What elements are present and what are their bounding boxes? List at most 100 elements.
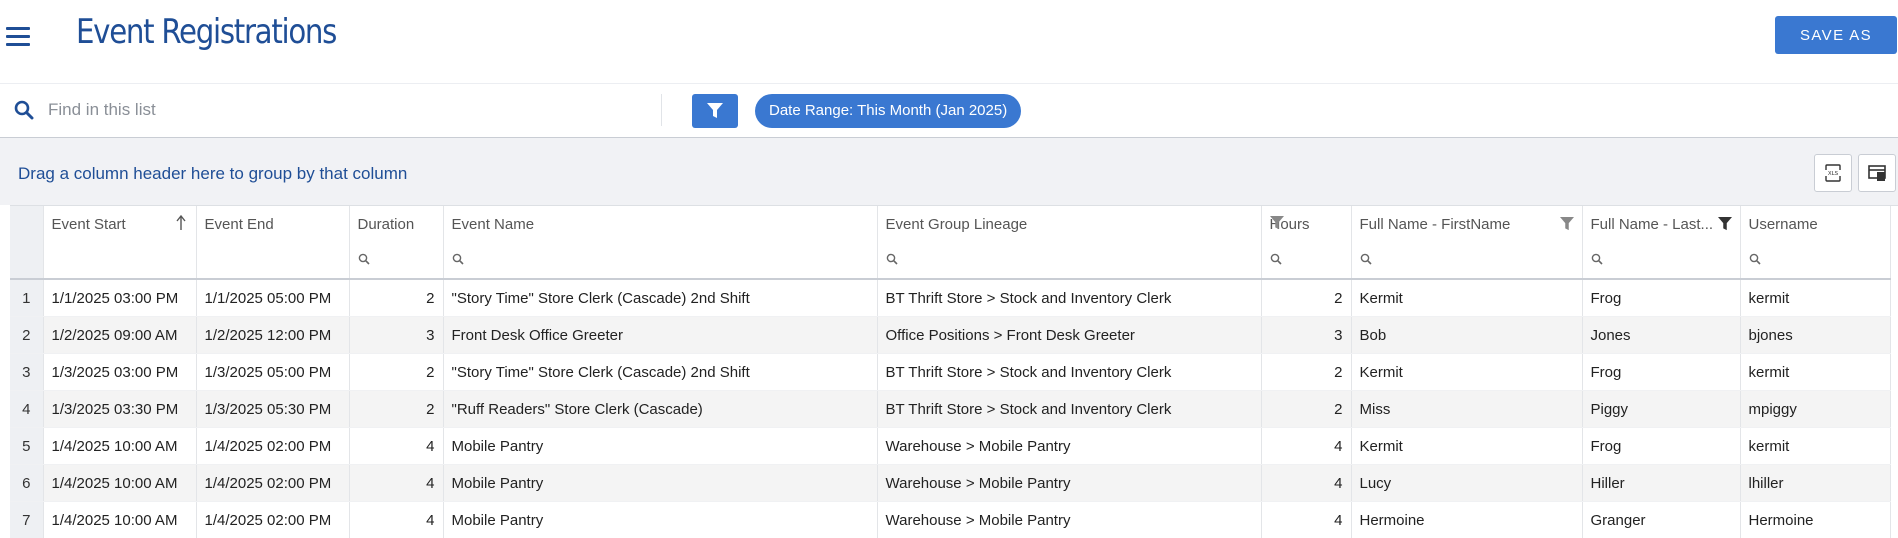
- column-header-duration[interactable]: Duration: [349, 206, 443, 242]
- hours-cell[interactable]: 2: [1261, 354, 1351, 391]
- filter-cell-first-name[interactable]: [1351, 242, 1582, 279]
- duration-cell[interactable]: 3: [349, 317, 443, 354]
- event-name-cell[interactable]: Front Desk Office Greeter: [443, 317, 877, 354]
- filter-cell-event-group-lineage[interactable]: [877, 242, 1261, 279]
- duration-cell[interactable]: 4: [349, 465, 443, 502]
- table-row[interactable]: 11/1/2025 03:00 PM1/1/2025 05:00 PM2"Sto…: [10, 279, 1890, 317]
- column-header-event-group-lineage[interactable]: Event Group Lineage: [877, 206, 1261, 242]
- column-header-event-name[interactable]: Event Name: [443, 206, 877, 242]
- username-cell[interactable]: mpiggy: [1740, 391, 1890, 428]
- event-start-cell[interactable]: 1/3/2025 03:30 PM: [43, 391, 196, 428]
- event-group-lineage-cell[interactable]: Warehouse > Mobile Pantry: [877, 502, 1261, 538]
- column-filter-icon[interactable]: [1560, 217, 1574, 235]
- duration-cell[interactable]: 4: [349, 502, 443, 538]
- event-end-cell[interactable]: 1/1/2025 05:00 PM: [196, 279, 349, 317]
- table-row[interactable]: 61/4/2025 10:00 AM1/4/2025 02:00 PM4Mobi…: [10, 465, 1890, 502]
- column-header-event-start[interactable]: Event Start: [43, 206, 196, 242]
- column-header-hours[interactable]: Hours: [1261, 206, 1351, 242]
- column-filter-icon[interactable]: [1270, 216, 1284, 234]
- last-name-cell[interactable]: Frog: [1582, 279, 1740, 317]
- event-end-cell[interactable]: 1/3/2025 05:30 PM: [196, 391, 349, 428]
- last-name-cell[interactable]: Frog: [1582, 354, 1740, 391]
- group-by-panel[interactable]: Drag a column header here to group by th…: [0, 138, 1898, 205]
- last-name-cell[interactable]: Jones: [1582, 317, 1740, 354]
- filter-cell-hours[interactable]: [1261, 242, 1351, 279]
- username-cell[interactable]: Hermoine: [1740, 502, 1890, 538]
- first-name-cell[interactable]: Bob: [1351, 317, 1582, 354]
- column-header-username[interactable]: Username: [1740, 206, 1890, 242]
- username-cell[interactable]: kermit: [1740, 354, 1890, 391]
- hours-cell[interactable]: 2: [1261, 279, 1351, 317]
- first-name-cell[interactable]: Kermit: [1351, 279, 1582, 317]
- filter-cell-event-name[interactable]: [443, 242, 877, 279]
- duration-cell[interactable]: 2: [349, 391, 443, 428]
- event-name-cell[interactable]: "Story Time" Store Clerk (Cascade) 2nd S…: [443, 279, 877, 317]
- column-header-event-end[interactable]: Event End: [196, 206, 349, 242]
- duration-cell[interactable]: 2: [349, 354, 443, 391]
- first-name-cell[interactable]: Kermit: [1351, 428, 1582, 465]
- event-start-cell[interactable]: 1/4/2025 10:00 AM: [43, 465, 196, 502]
- hours-cell[interactable]: 4: [1261, 465, 1351, 502]
- event-end-cell[interactable]: 1/4/2025 02:00 PM: [196, 502, 349, 538]
- export-xls-button[interactable]: XLS: [1814, 154, 1852, 192]
- event-name-cell[interactable]: "Story Time" Store Clerk (Cascade) 2nd S…: [443, 354, 877, 391]
- first-name-cell[interactable]: Hermoine: [1351, 502, 1582, 538]
- event-end-cell[interactable]: 1/4/2025 02:00 PM: [196, 465, 349, 502]
- last-name-cell[interactable]: Granger: [1582, 502, 1740, 538]
- filter-cell-username[interactable]: [1740, 242, 1890, 279]
- hamburger-menu-icon[interactable]: [6, 27, 30, 47]
- event-name-cell[interactable]: Mobile Pantry: [443, 465, 877, 502]
- username-cell[interactable]: kermit: [1740, 279, 1890, 317]
- first-name-cell[interactable]: Lucy: [1351, 465, 1582, 502]
- event-name-cell[interactable]: Mobile Pantry: [443, 502, 877, 538]
- filter-button[interactable]: [692, 94, 738, 128]
- event-name-cell[interactable]: "Ruff Readers" Store Clerk (Cascade): [443, 391, 877, 428]
- username-cell[interactable]: bjones: [1740, 317, 1890, 354]
- search-input[interactable]: [46, 94, 650, 126]
- hours-cell[interactable]: 4: [1261, 502, 1351, 538]
- first-name-cell[interactable]: Miss: [1351, 391, 1582, 428]
- username-cell[interactable]: kermit: [1740, 428, 1890, 465]
- event-group-lineage-cell[interactable]: Warehouse > Mobile Pantry: [877, 465, 1261, 502]
- sort-ascending-icon[interactable]: [176, 215, 186, 235]
- event-group-lineage-cell[interactable]: Warehouse > Mobile Pantry: [877, 428, 1261, 465]
- last-name-cell[interactable]: Frog: [1582, 428, 1740, 465]
- event-end-cell[interactable]: 1/4/2025 02:00 PM: [196, 428, 349, 465]
- column-chooser-button[interactable]: [1858, 154, 1896, 192]
- event-group-lineage-cell[interactable]: BT Thrift Store > Stock and Inventory Cl…: [877, 279, 1261, 317]
- hours-cell[interactable]: 2: [1261, 391, 1351, 428]
- last-name-cell[interactable]: Hiller: [1582, 465, 1740, 502]
- event-start-cell[interactable]: 1/4/2025 10:00 AM: [43, 428, 196, 465]
- event-group-lineage-cell[interactable]: BT Thrift Store > Stock and Inventory Cl…: [877, 354, 1261, 391]
- duration-cell[interactable]: 2: [349, 279, 443, 317]
- filter-cell-last-name[interactable]: [1582, 242, 1740, 279]
- first-name-cell[interactable]: Kermit: [1351, 354, 1582, 391]
- duration-cell[interactable]: 4: [349, 428, 443, 465]
- column-filter-active-icon[interactable]: [1718, 217, 1732, 235]
- hours-cell[interactable]: 4: [1261, 428, 1351, 465]
- event-start-cell[interactable]: 1/3/2025 03:00 PM: [43, 354, 196, 391]
- filter-cell-duration[interactable]: [349, 242, 443, 279]
- filter-cell-event-start[interactable]: [43, 242, 196, 279]
- table-row[interactable]: 21/2/2025 09:00 AM1/2/2025 12:00 PM3Fron…: [10, 317, 1890, 354]
- event-start-cell[interactable]: 1/4/2025 10:00 AM: [43, 502, 196, 538]
- last-name-cell[interactable]: Piggy: [1582, 391, 1740, 428]
- event-name-cell[interactable]: Mobile Pantry: [443, 428, 877, 465]
- date-range-filter-chip[interactable]: Date Range: This Month (Jan 2025): [755, 94, 1021, 128]
- table-row[interactable]: 71/4/2025 10:00 AM1/4/2025 02:00 PM4Mobi…: [10, 502, 1890, 538]
- event-end-cell[interactable]: 1/2/2025 12:00 PM: [196, 317, 349, 354]
- filter-cell-event-end[interactable]: [196, 242, 349, 279]
- column-header-last-name[interactable]: Full Name - Last...: [1582, 206, 1740, 242]
- table-row[interactable]: 31/3/2025 03:00 PM1/3/2025 05:00 PM2"Sto…: [10, 354, 1890, 391]
- table-row[interactable]: 51/4/2025 10:00 AM1/4/2025 02:00 PM4Mobi…: [10, 428, 1890, 465]
- event-group-lineage-cell[interactable]: BT Thrift Store > Stock and Inventory Cl…: [877, 391, 1261, 428]
- hours-cell[interactable]: 3: [1261, 317, 1351, 354]
- save-as-button[interactable]: SAVE AS: [1775, 16, 1897, 54]
- event-start-cell[interactable]: 1/2/2025 09:00 AM: [43, 317, 196, 354]
- username-cell[interactable]: lhiller: [1740, 465, 1890, 502]
- event-end-cell[interactable]: 1/3/2025 05:00 PM: [196, 354, 349, 391]
- event-group-lineage-cell[interactable]: Office Positions > Front Desk Greeter: [877, 317, 1261, 354]
- table-row[interactable]: 41/3/2025 03:30 PM1/3/2025 05:30 PM2"Ruf…: [10, 391, 1890, 428]
- event-start-cell[interactable]: 1/1/2025 03:00 PM: [43, 279, 196, 317]
- column-header-first-name[interactable]: Full Name - FirstName: [1351, 206, 1582, 242]
